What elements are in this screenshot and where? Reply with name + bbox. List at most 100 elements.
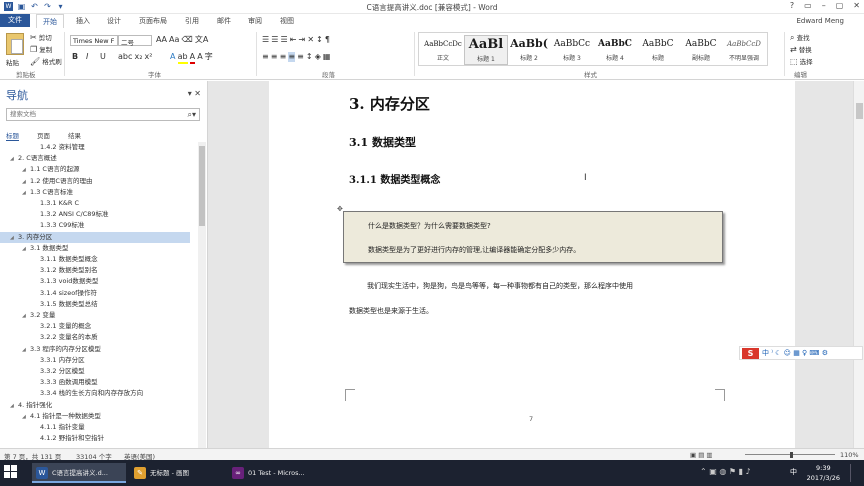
nav-heading-item[interactable]: 1.3.3 C99标准 — [32, 220, 84, 231]
tray-icons[interactable]: ⌃ ▣ ◍ ⚑ ▮ ♪ — [700, 467, 751, 476]
taskbar-app-button[interactable]: ∞ 01 Test - Micros... — [228, 463, 322, 483]
char-border-icon[interactable]: A — [203, 35, 208, 45]
scrollbar-thumb[interactable] — [199, 146, 205, 226]
tab-results[interactable]: 结果 — [68, 130, 81, 141]
start-button[interactable] — [4, 465, 18, 479]
expand-arrow-icon[interactable]: ◢ — [10, 401, 18, 412]
align-center-icon[interactable]: ≡ — [271, 52, 278, 62]
nav-heading-item[interactable]: 3.3.1 内存分区 — [32, 355, 85, 366]
tab-pages[interactable]: 页面 — [37, 130, 50, 141]
font-name-select[interactable]: Times New F — [70, 35, 118, 46]
expand-arrow-icon[interactable]: ◢ — [10, 233, 18, 244]
search-document-field[interactable]: ⌕▾ — [6, 108, 200, 121]
clear-format-icon[interactable]: ⌫ — [182, 35, 193, 45]
tab-review[interactable]: 审阅 — [248, 16, 262, 26]
search-icon[interactable]: ⌕▾ — [188, 110, 197, 120]
nav-heading-item[interactable]: 3.1.4 sizeof操作符 — [32, 288, 97, 299]
tab-insert[interactable]: 插入 — [76, 16, 90, 26]
expand-arrow-icon[interactable]: ◢ — [22, 345, 30, 356]
tab-design[interactable]: 设计 — [107, 16, 121, 26]
multilevel-icon[interactable]: ☰ — [281, 35, 288, 45]
clock[interactable]: 9:39 2017/3/26 — [807, 463, 840, 483]
asian-layout-icon[interactable]: ✕ — [307, 35, 314, 45]
expand-arrow-icon[interactable]: ◢ — [22, 412, 30, 423]
align-right-icon[interactable]: ≡ — [280, 52, 287, 62]
expand-arrow-icon[interactable]: ◢ — [22, 311, 30, 322]
decrease-indent-icon[interactable]: ⇤ — [290, 35, 297, 45]
select-button[interactable]: ⬚ 选择 — [790, 56, 813, 67]
distribute-icon[interactable]: ≡ — [297, 52, 304, 62]
nav-heading-item[interactable]: 1.3.2 ANSI C/C89标准 — [32, 209, 109, 220]
nav-heading-item[interactable]: ◢ 1.1 C语言的起源 — [22, 164, 79, 175]
list-buttons[interactable]: ☰ ☰ ☰ ⇤ ⇥ ✕ ↕ ¶ — [262, 35, 330, 45]
text-box[interactable]: 什么是数据类型？为什么需要数据类型? 数据类型是为了更好进行内存的管理,让编译器… — [343, 211, 723, 263]
subscript-icon[interactable]: x₂ — [134, 52, 142, 62]
line-spacing-icon[interactable]: ↕ — [306, 52, 313, 62]
nav-heading-item[interactable]: ◢ 3.1 数据类型 — [22, 243, 68, 254]
nav-heading-item[interactable]: 4.1.1 指针变量 — [32, 422, 85, 433]
cut-button[interactable]: ✂ 剪切 — [30, 32, 52, 43]
font-color-icon[interactable]: A — [189, 52, 196, 64]
pane-options-icon[interactable]: ▾ — [188, 89, 192, 98]
font-size-select[interactable]: 二号 — [118, 35, 152, 47]
change-case-icon[interactable]: Aa — [169, 35, 179, 45]
style-heading-1[interactable]: AaBl 标题 1 — [464, 35, 508, 65]
maximize-button[interactable]: ▢ — [836, 1, 844, 10]
style-subtitle[interactable]: AaBbC 副标题 — [679, 35, 723, 65]
shrink-font-icon[interactable]: A — [161, 35, 166, 45]
tab-view[interactable]: 视图 — [280, 16, 294, 26]
strike-sub-sup-buttons[interactable]: abc x₂ x² — [118, 52, 152, 62]
nav-heading-item[interactable]: 3.1.1 数据类型概念 — [32, 254, 98, 265]
nav-heading-item[interactable]: ◢ 3. 内存分区 — [0, 231, 190, 244]
nav-heading-item[interactable]: 3.3.3 函数调用模型 — [32, 377, 98, 388]
scrollbar-thumb[interactable] — [856, 103, 863, 119]
document-scrollbar[interactable] — [853, 81, 864, 448]
zoom-slider-thumb[interactable] — [790, 452, 793, 458]
ime-language[interactable]: 中 — [790, 467, 797, 477]
fill-icon[interactable]: ◈ — [315, 52, 321, 62]
nav-heading-item[interactable]: ◢ 4. 指针强化 — [10, 400, 52, 411]
tab-headings[interactable]: 标题 — [6, 130, 19, 141]
superscript-icon[interactable]: x² — [145, 52, 153, 62]
nav-heading-item[interactable]: 1.4.2 资料管理 — [32, 142, 85, 153]
close-button[interactable]: ✕ — [853, 1, 860, 10]
nav-heading-item[interactable]: 3.3.4 栈的生长方向和内存存放方向 — [32, 388, 143, 399]
search-input[interactable] — [7, 109, 177, 120]
help-button[interactable]: ? — [790, 1, 794, 10]
tab-file[interactable]: 文件 — [0, 14, 30, 27]
zoom-level[interactable]: 110% — [840, 451, 859, 459]
view-buttons[interactable]: ▣ ▤ ▥ — [690, 451, 713, 459]
tab-references[interactable]: 引用 — [185, 16, 199, 26]
color-buttons[interactable]: A ab A A 字 — [170, 52, 213, 64]
ime-tools[interactable]: 中 ⁾ ☾ ☺ ▦ ♀ ⌨ ⚙ — [762, 349, 828, 357]
font-size-buttons[interactable]: AA Aa ⌫ 文A — [156, 35, 208, 45]
nav-heading-item[interactable]: 3.3.2 分区模型 — [32, 366, 85, 377]
navigation-scrollbar[interactable] — [198, 142, 206, 448]
nav-heading-item[interactable]: ◢ 3.3 程序的内存分区模型 — [22, 344, 101, 355]
expand-arrow-icon[interactable]: ◢ — [10, 154, 18, 165]
nav-heading-item[interactable]: ◢ 1.3 C语言标准 — [22, 187, 73, 198]
bold-icon[interactable]: B — [72, 52, 78, 62]
nav-heading-item[interactable]: 4.1.2 野指针和空指针 — [32, 433, 104, 444]
enclose-icon[interactable]: 字 — [205, 52, 213, 62]
strikethrough-icon[interactable]: abc — [118, 52, 132, 62]
underline-button[interactable]: U — [100, 52, 106, 62]
style-heading-4[interactable]: AaBbC 标题 4 — [593, 35, 637, 65]
nav-heading-item[interactable]: ◢ 3.2 变量 — [22, 310, 55, 321]
align-left-icon[interactable]: ≡ — [262, 52, 269, 62]
underline-icon[interactable]: U — [100, 52, 106, 62]
paste-button[interactable] — [6, 33, 24, 55]
nav-heading-item[interactable]: ◢ 2. C语言概述 — [10, 153, 57, 164]
shading-icon[interactable]: A — [197, 52, 202, 62]
highlight-icon[interactable]: ab — [177, 52, 188, 64]
nav-heading-item[interactable]: 3.2.2 变量名的本质 — [32, 332, 98, 343]
show-marks-icon[interactable]: ¶ — [325, 35, 330, 45]
nav-heading-item[interactable]: 3.2.1 变量的概念 — [32, 321, 91, 332]
text-effects-icon[interactable]: A — [170, 52, 175, 62]
tab-mailings[interactable]: 邮件 — [217, 16, 231, 26]
nav-heading-item[interactable]: ◢ 4.1 指针是一种数据类型 — [22, 411, 101, 422]
taskbar-app-button[interactable]: ✎ 无标题 - 画图 — [130, 463, 224, 483]
borders-icon[interactable]: ▦ — [323, 52, 331, 62]
style-heading-2[interactable]: AaBb(标题 2 — [507, 35, 551, 65]
ime-toolbar[interactable]: S 中 ⁾ ☾ ☺ ▦ ♀ ⌨ ⚙ — [739, 346, 863, 360]
